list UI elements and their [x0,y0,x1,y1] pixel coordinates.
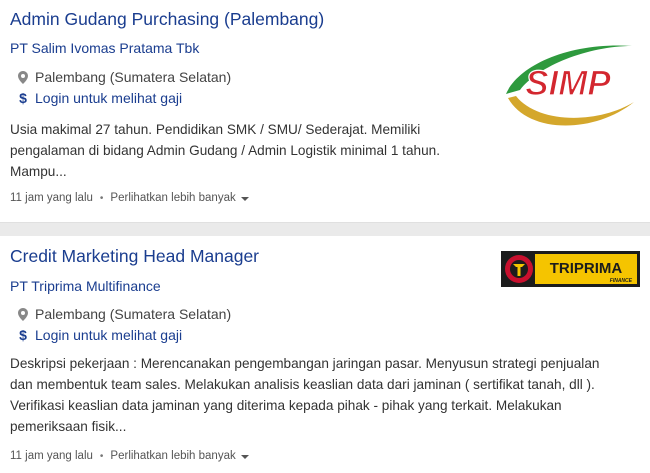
location-text: Palembang (Sumatera Selatan) [35,306,232,322]
job-card: Admin Gudang Purchasing (Palembang) PT S… [0,0,650,222]
show-more-label: Perlihatkan lebih banyak [110,450,236,462]
logo-text: TRIPRIMA [550,260,623,277]
job-salary: $ Login untuk melihat gaji [16,90,182,106]
logo-subtext: FINANCE [610,278,633,284]
posted-time: 11 jam yang lalu [10,192,93,204]
map-pin-icon [16,70,30,84]
salary-login-link[interactable]: Login untuk melihat gaji [35,90,182,106]
job-salary: $ Login untuk melihat gaji [16,327,182,343]
location-text: Palembang (Sumatera Selatan) [35,69,232,85]
posted-time: 11 jam yang lalu [10,450,93,462]
map-pin-icon [16,307,30,321]
description-line: Deskripsi pekerjaan : Merencanakan penge… [10,356,600,371]
job-location: Palembang (Sumatera Selatan) [16,306,231,322]
caret-down-icon [240,197,249,201]
description-line: pengalaman di bidang Admin Gudang / Admi… [10,143,440,158]
separator-dot: • [99,192,104,204]
card-separator [0,222,650,236]
show-more-button[interactable]: Perlihatkan lebih banyak [110,192,249,204]
job-description: Deskripsi pekerjaan : Merencanakan penge… [10,353,599,437]
caret-down-icon [240,455,249,459]
description-line: Usia makimal 27 tahun. Pendidikan SMK / … [10,122,421,137]
job-footer: 11 jam yang lalu • Perlihatkan lebih ban… [10,192,249,204]
job-footer: 11 jam yang lalu • Perlihatkan lebih ban… [10,450,249,462]
description-line: dan membentuk team sales. Melakukan anal… [10,377,595,392]
company-logo[interactable]: SIMP [498,36,638,132]
description-line: pemeriksaan fisik... [10,419,127,434]
company-logo[interactable]: TRIPRIMA FINANCE [501,251,640,287]
logo-text: SIMP [525,64,611,103]
salary-login-link[interactable]: Login untuk melihat gaji [35,327,182,343]
dollar-icon: $ [19,90,27,106]
company-link[interactable]: PT Salim Ivomas Pratama Tbk [10,40,199,56]
job-title-link[interactable]: Credit Marketing Head Manager [10,246,259,267]
dollar-icon: $ [19,327,27,343]
company-link[interactable]: PT Triprima Multifinance [10,278,161,294]
show-more-button[interactable]: Perlihatkan lebih banyak [110,450,249,462]
job-title-link[interactable]: Admin Gudang Purchasing (Palembang) [10,9,324,30]
job-description: Usia makimal 27 tahun. Pendidikan SMK / … [10,119,440,182]
description-line: Mampu... [10,164,67,179]
job-location: Palembang (Sumatera Selatan) [16,69,231,85]
description-line: Verifikasi keaslian data jaminan yang di… [10,398,562,413]
show-more-label: Perlihatkan lebih banyak [110,192,236,204]
separator-dot: • [99,450,104,462]
